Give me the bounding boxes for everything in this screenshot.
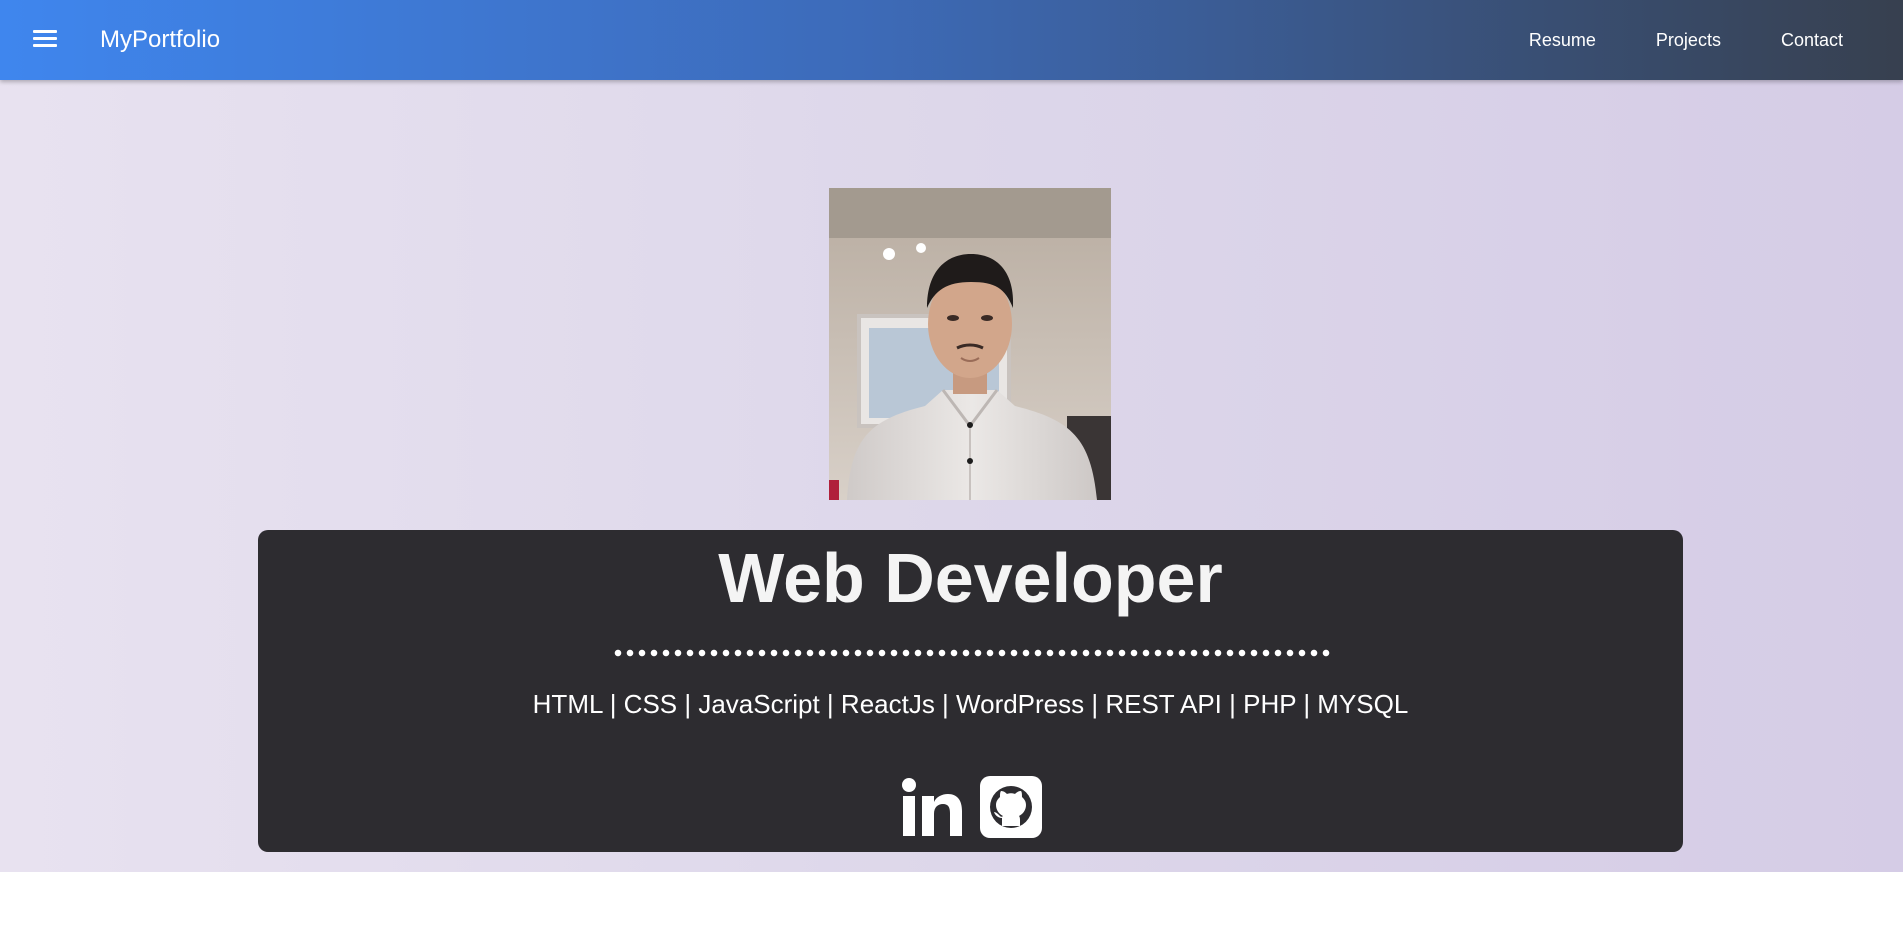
profile-photo (829, 188, 1111, 500)
nav-links: Resume Projects Contact (1469, 28, 1843, 52)
hero-section: Web Developer HTML | CSS | JavaScript | … (0, 80, 1903, 872)
linkedin-icon-graphic (901, 778, 962, 836)
skills-list: HTML | CSS | JavaScript | ReactJs | Word… (532, 689, 1409, 719)
nav-link-resume[interactable]: Resume (1529, 28, 1596, 52)
social-links (258, 776, 1683, 838)
hamburger-menu-icon[interactable] (33, 30, 57, 48)
profile-photo-illustration (829, 188, 1111, 500)
nav-link-projects[interactable]: Projects (1656, 28, 1721, 52)
top-navbar: MyPortfolio Resume Projects Contact (0, 0, 1903, 80)
nav-link-contact[interactable]: Contact (1781, 28, 1843, 52)
brand-logo-link[interactable]: MyPortfolio (100, 24, 220, 56)
dotted-divider (612, 649, 1332, 657)
github-icon-graphic (979, 776, 1042, 838)
linkedin-icon[interactable] (900, 776, 962, 838)
intro-card: Web Developer HTML | CSS | JavaScript | … (258, 530, 1683, 852)
github-icon[interactable] (979, 776, 1042, 838)
hero-title: Web Developer (718, 539, 1223, 617)
